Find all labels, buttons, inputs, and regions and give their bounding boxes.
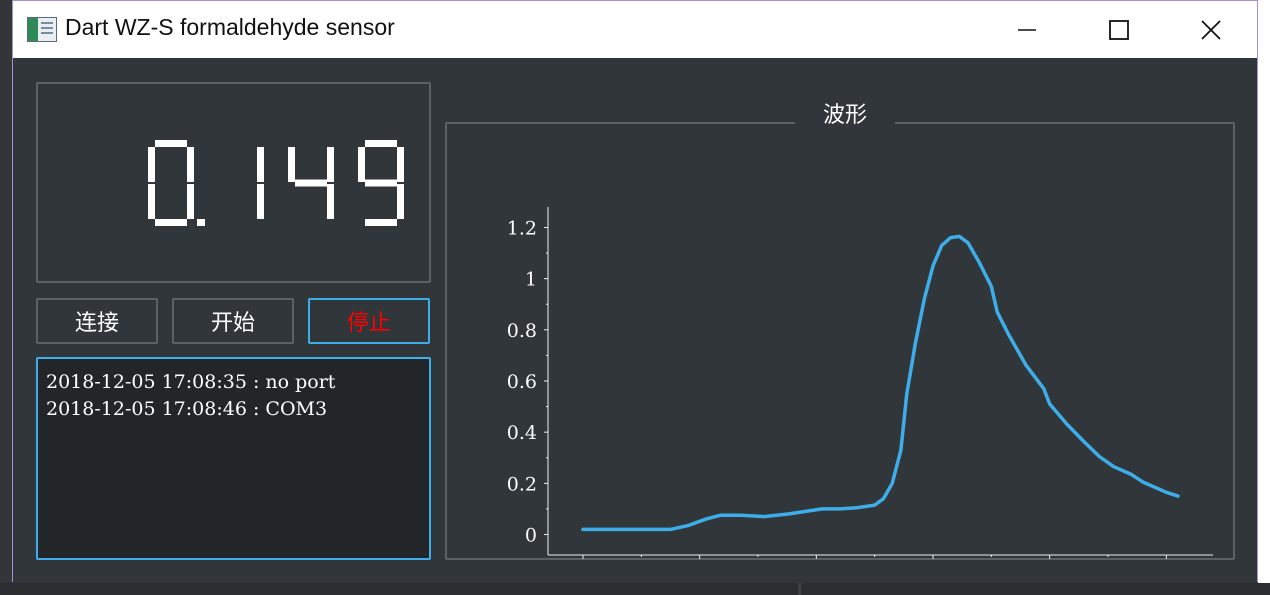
connect-button[interactable]: 连接 bbox=[36, 298, 158, 344]
lcd-digit bbox=[288, 147, 334, 219]
y-tick-label: 0.8 bbox=[507, 320, 537, 342]
app-window-icon bbox=[27, 17, 57, 42]
y-tick-label: 0 bbox=[525, 525, 537, 547]
y-tick-label: 1 bbox=[525, 269, 537, 291]
minimize-button[interactable] bbox=[981, 1, 1073, 58]
close-button[interactable] bbox=[1165, 1, 1257, 58]
maximize-icon bbox=[1109, 19, 1129, 40]
log-output[interactable]: 2018-12-05 17:08:35 : no port 2018-12-05… bbox=[36, 357, 431, 560]
start-button[interactable]: 开始 bbox=[172, 298, 294, 344]
lcd-digit bbox=[257, 147, 264, 219]
log-line: 2018-12-05 17:08:35 : no port bbox=[46, 371, 336, 393]
y-tick-label: 1.2 bbox=[507, 217, 537, 239]
y-tick-label: 0.2 bbox=[507, 473, 537, 495]
title-bar[interactable]: Dart WZ-S formaldehyde sensor bbox=[13, 1, 1257, 58]
series-line bbox=[581, 234, 1180, 532]
close-icon bbox=[1201, 19, 1221, 40]
lcd-digit bbox=[148, 140, 194, 226]
stop-button[interactable]: 停止 bbox=[308, 298, 430, 344]
lcd-reading-display bbox=[148, 140, 404, 226]
lcd-digit bbox=[358, 140, 404, 226]
lcd-decimal-point bbox=[197, 219, 205, 226]
minimize-icon bbox=[1018, 28, 1036, 31]
lcd-reading-panel bbox=[36, 82, 431, 283]
y-tick-label: 0.6 bbox=[507, 371, 537, 393]
maximize-button[interactable] bbox=[1073, 1, 1165, 58]
waveform-chart: 02040608010000.20.40.60.811.2 bbox=[507, 207, 1213, 559]
app-window: Dart WZ-S formaldehyde sensor 连接 开始 停止 2… bbox=[12, 0, 1258, 582]
window-title: Dart WZ-S formaldehyde sensor bbox=[65, 14, 395, 40]
background-desktop-bottom bbox=[0, 583, 1270, 595]
y-tick-label: 0.4 bbox=[507, 422, 537, 444]
background-desktop-strip bbox=[1258, 0, 1270, 595]
client-area: 连接 开始 停止 2018-12-05 17:08:35 : no port 2… bbox=[13, 58, 1257, 582]
log-line: 2018-12-05 17:08:46 : COM3 bbox=[46, 398, 328, 420]
